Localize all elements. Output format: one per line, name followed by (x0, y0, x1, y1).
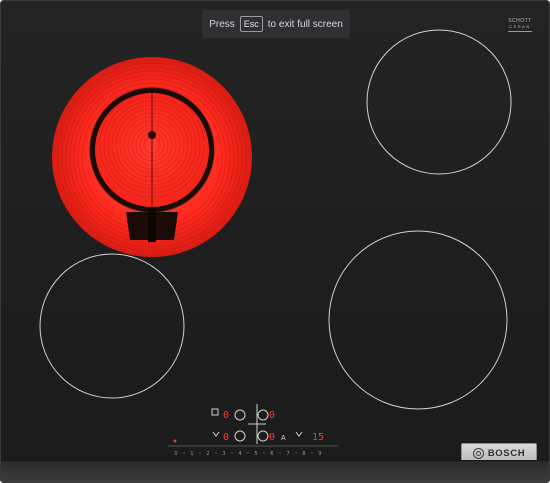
brand-name: BOSCH (487, 447, 526, 459)
bosch-logo-icon (472, 447, 484, 459)
zone-top-right[interactable] (366, 29, 512, 175)
childlock-icon[interactable] (212, 431, 220, 437)
power-scale-label[interactable]: 0 (174, 451, 177, 457)
power-scale-dot (279, 452, 281, 454)
power-scale-dot (231, 452, 233, 454)
dual-zone-icon[interactable] (211, 408, 219, 416)
power-scale-label[interactable]: 9 (318, 451, 321, 457)
timer-icon[interactable] (295, 431, 303, 437)
timer-display: 15 (312, 432, 324, 443)
power-scale-label[interactable]: 4 (238, 451, 241, 457)
front-frame (0, 460, 550, 483)
heated-zone-top-left[interactable] (52, 57, 252, 257)
zone-select-top-left[interactable] (234, 409, 246, 421)
power-scale-dot (247, 452, 249, 454)
cooktop-drawing: 0 0 0 0 A 15 0 1 2 3 4 5 6 7 8 9 (39, 29, 512, 457)
cooktop-surface: Press Esc to exit full screen SCHOTT CER… (0, 0, 550, 483)
power-scale-dot (199, 452, 201, 454)
power-scale-label[interactable]: 5 (254, 451, 257, 457)
power-scale-label[interactable]: 3 (222, 451, 225, 457)
zone-indicator-bottom-left: 0 (223, 432, 229, 443)
power-scale[interactable]: 0 1 2 3 4 5 6 7 8 9 (174, 451, 321, 457)
zone-select-bottom-left[interactable] (234, 430, 246, 442)
power-indicator-dot (173, 439, 177, 443)
timer-auto-label: A (281, 435, 286, 442)
sensor-center (148, 131, 156, 139)
power-scale-dot (263, 452, 265, 454)
zone-bottom-left[interactable] (39, 253, 185, 399)
power-scale-dot (183, 452, 185, 454)
power-scale-label[interactable]: 8 (302, 451, 305, 457)
power-scale-label[interactable]: 6 (270, 451, 273, 457)
zone-indicator-top-right: 0 (269, 410, 275, 421)
power-scale-dot (311, 452, 313, 454)
power-scale-label[interactable]: 7 (286, 451, 289, 457)
power-scale-dot (295, 452, 297, 454)
zone-select-bottom-right[interactable] (257, 430, 269, 442)
power-scale-label[interactable]: 2 (206, 451, 209, 457)
power-scale-dot (215, 452, 217, 454)
zone-indicator-bottom-right: 0 (269, 432, 275, 443)
control-panel: 0 0 0 0 A 15 0 1 2 3 4 5 6 7 8 9 (168, 404, 338, 457)
zone-select-top-right[interactable] (257, 409, 269, 421)
zone-bottom-right[interactable] (328, 230, 508, 410)
coil-terminal-gap (148, 208, 156, 242)
zone-indicator-top-left: 0 (223, 410, 229, 421)
power-scale-label[interactable]: 1 (190, 451, 193, 457)
